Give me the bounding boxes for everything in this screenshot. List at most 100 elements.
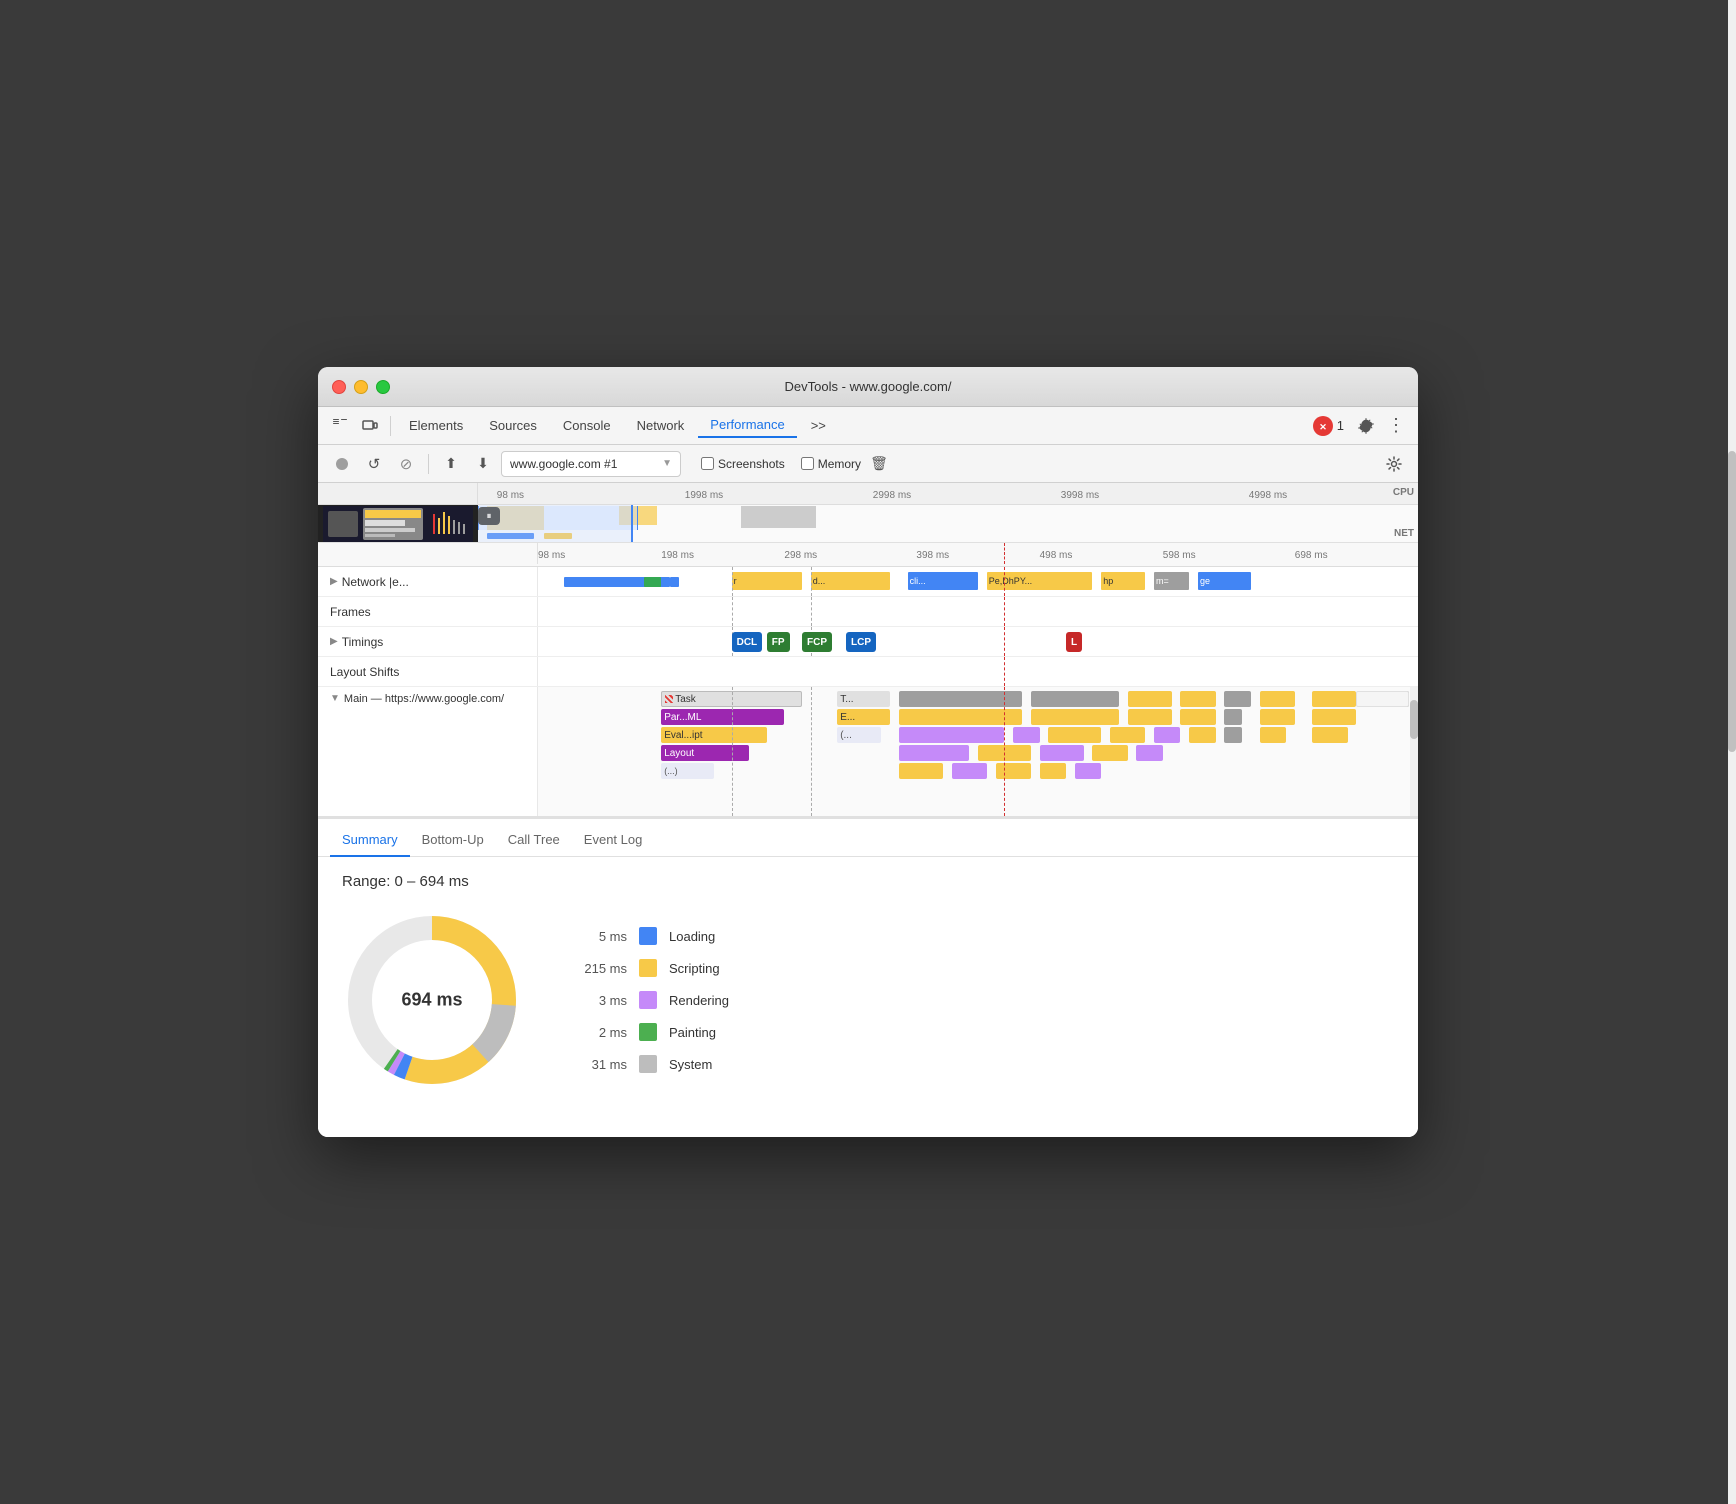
lcp-badge: LCP bbox=[846, 632, 876, 652]
layout-shifts-text: Layout Shifts bbox=[330, 665, 399, 679]
tab-summary[interactable]: Summary bbox=[330, 824, 410, 857]
url-dropdown-icon[interactable]: ▼ bbox=[662, 458, 672, 469]
legend: 5 ms Loading 215 ms Scripting 3 ms bbox=[582, 927, 729, 1073]
close-button[interactable] bbox=[332, 380, 346, 394]
tab-more[interactable]: >> bbox=[799, 414, 838, 437]
error-count: 1 bbox=[1337, 418, 1344, 433]
task-bar-y4 bbox=[1312, 691, 1356, 707]
network-track-label[interactable]: ▶ Network |e... bbox=[318, 567, 538, 596]
rendering-label: Rendering bbox=[669, 993, 729, 1008]
layout-shifts-label: Layout Shifts bbox=[318, 657, 538, 686]
e-bar3 bbox=[1031, 709, 1119, 725]
summary-body: 694 ms 5 ms Loading 215 ms bbox=[342, 910, 1394, 1090]
perf-settings-icon[interactable] bbox=[1380, 450, 1408, 478]
record-button[interactable] bbox=[328, 450, 356, 478]
ruler-tick-3: 3998 ms bbox=[1061, 490, 1099, 501]
upload-button[interactable]: ⬆ bbox=[437, 450, 465, 478]
maximize-button[interactable] bbox=[376, 380, 390, 394]
purple-5 bbox=[1040, 745, 1084, 761]
frames-label: Frames bbox=[330, 605, 371, 619]
task-bar-t: T... bbox=[837, 691, 890, 707]
y5 bbox=[1260, 709, 1295, 725]
task-bar-y3 bbox=[1260, 691, 1295, 707]
fp-badge: FP bbox=[767, 632, 790, 652]
memory-checkbox[interactable]: Memory bbox=[801, 457, 861, 471]
donut-chart: 694 ms bbox=[342, 910, 522, 1090]
tab-sources[interactable]: Sources bbox=[477, 414, 549, 437]
url-value: www.google.com #1 bbox=[510, 457, 658, 471]
tab-performance[interactable]: Performance bbox=[698, 413, 796, 438]
red-marker bbox=[1004, 543, 1005, 564]
timings-track-label[interactable]: ▶ Timings bbox=[318, 627, 538, 656]
timings-track-content[interactable]: DCL FP FCP LCP L bbox=[538, 627, 1418, 656]
y7 bbox=[1048, 727, 1101, 743]
scrollbar-track[interactable] bbox=[1410, 687, 1418, 816]
minimize-button[interactable] bbox=[354, 380, 368, 394]
timeline-overview[interactable]: 98 ms 1998 ms 2998 ms 3998 ms 4998 ms CP… bbox=[318, 483, 1418, 543]
screenshots-label: Screenshots bbox=[718, 457, 785, 471]
tab-console[interactable]: Console bbox=[551, 414, 623, 437]
clear-button[interactable]: ⊘ bbox=[392, 450, 420, 478]
download-button[interactable]: ⬇ bbox=[469, 450, 497, 478]
network-track-content[interactable]: r d... cli... Pe,DhPY... hp m= ge bbox=[538, 567, 1418, 596]
y16 bbox=[1040, 763, 1066, 779]
timings-track-row: ▶ Timings DCL FP FCP LCP L bbox=[318, 627, 1418, 657]
title-bar: DevTools - www.google.com/ bbox=[318, 367, 1418, 407]
toolbar: ↺ ⊘ ⬆ ⬇ www.google.com #1 ▼ Screenshots … bbox=[318, 445, 1418, 483]
y13 bbox=[1092, 745, 1127, 761]
range-selection bbox=[478, 505, 633, 542]
cursor-icon[interactable] bbox=[326, 412, 354, 440]
device-icon[interactable] bbox=[356, 412, 384, 440]
painting-value: 2 ms bbox=[582, 1025, 627, 1040]
settings-gear-icon[interactable] bbox=[1352, 412, 1380, 440]
timings-expand-icon[interactable]: ▶ bbox=[330, 636, 338, 647]
loading-label: Loading bbox=[669, 929, 715, 944]
tab-call-tree[interactable]: Call Tree bbox=[496, 824, 572, 857]
more-vert-icon[interactable]: ⋮ bbox=[1382, 412, 1410, 440]
main-thread-content[interactable]: Task T... Par...ML E... bbox=[538, 687, 1418, 816]
y9 bbox=[1189, 727, 1215, 743]
tab-network[interactable]: Network bbox=[625, 414, 697, 437]
summary-content: Range: 0 – 694 ms bbox=[318, 857, 1418, 1106]
scripting-label: Scripting bbox=[669, 961, 720, 976]
scrollbar-thumb[interactable] bbox=[1410, 700, 1418, 739]
tick-198ms: 198 ms bbox=[661, 550, 694, 561]
frames-red-marker bbox=[1004, 597, 1005, 626]
scripting-swatch bbox=[639, 959, 657, 977]
task-bar-gray2 bbox=[1031, 691, 1119, 707]
devtools-window: DevTools - www.google.com/ Elements Sour… bbox=[318, 367, 1418, 1137]
frames-track-label: Frames bbox=[318, 597, 538, 626]
donut-total: 694 ms bbox=[401, 990, 462, 1011]
tab-elements[interactable]: Elements bbox=[397, 414, 475, 437]
layout-shifts-row: Layout Shifts bbox=[318, 657, 1418, 687]
frames-track-content[interactable] bbox=[538, 597, 1418, 626]
network-label: Network |e... bbox=[342, 575, 409, 589]
network-expand-icon[interactable]: ▶ bbox=[330, 576, 338, 587]
reload-button[interactable]: ↺ bbox=[360, 450, 388, 478]
empty-task bbox=[1356, 691, 1409, 707]
toolbar-sep-1 bbox=[428, 454, 429, 474]
main-label-text: Main — https://www.google.com/ bbox=[344, 693, 504, 705]
tab-bottom-up[interactable]: Bottom-Up bbox=[410, 824, 496, 857]
main-dashed-2 bbox=[811, 687, 812, 816]
fcp-badge: FCP bbox=[802, 632, 832, 652]
scripting-value: 215 ms bbox=[582, 961, 627, 976]
system-value: 31 ms bbox=[582, 1057, 627, 1072]
tab-event-log[interactable]: Event Log bbox=[572, 824, 655, 857]
devtools-content: 98 ms 1998 ms 2998 ms 3998 ms 4998 ms CP… bbox=[318, 483, 1418, 1137]
url-bar[interactable]: www.google.com #1 ▼ bbox=[501, 451, 681, 477]
gr5 bbox=[1224, 709, 1242, 725]
trash-button[interactable]: 🗑 bbox=[865, 450, 893, 478]
net-bar-r: r bbox=[732, 572, 802, 590]
main-thread-label[interactable]: ▼ Main — https://www.google.com/ bbox=[318, 687, 538, 816]
screenshots-checkbox[interactable]: Screenshots bbox=[701, 457, 785, 471]
purple-7 bbox=[952, 763, 987, 779]
main-expand-icon[interactable]: ▼ bbox=[330, 693, 340, 704]
rendering-swatch bbox=[639, 991, 657, 1009]
memory-label: Memory bbox=[818, 457, 861, 471]
dashed-1 bbox=[732, 567, 733, 596]
svg-text:✕: ✕ bbox=[1319, 422, 1327, 432]
layout-bar: Layout bbox=[661, 745, 749, 761]
layout-shifts-content[interactable] bbox=[538, 657, 1418, 686]
e-bar: E... bbox=[837, 709, 890, 725]
